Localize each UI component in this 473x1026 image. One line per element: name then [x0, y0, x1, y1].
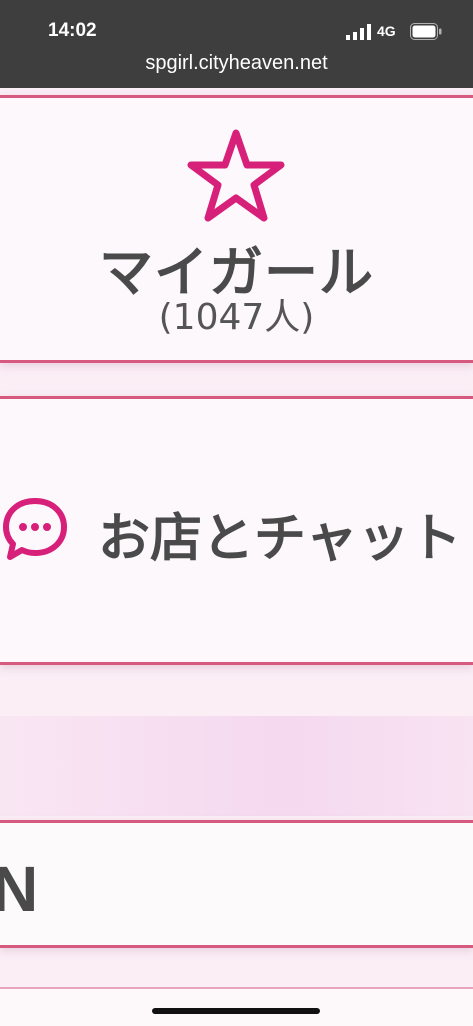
my-girl-count: (1047人)	[158, 297, 315, 338]
menu-item-partial[interactable]	[0, 820, 473, 948]
menu-item-partial-label: N	[0, 853, 39, 925]
address-bar-url[interactable]: spgirl.cityheaven.net	[0, 52, 473, 75]
network-type: 4G	[377, 23, 396, 39]
status-time: 14:02	[48, 20, 97, 41]
home-indicator[interactable]	[152, 1008, 320, 1014]
next-section-edge	[0, 987, 473, 1026]
section-divider	[0, 716, 473, 816]
chat-with-shop-label: お店とチャット	[98, 509, 462, 569]
battery-icon	[410, 23, 442, 40]
chat-bubble-icon	[3, 498, 67, 560]
star-outline-icon	[187, 129, 285, 222]
status-bar: 14:02 4G spgirl.cityheaven.net	[0, 0, 473, 88]
signal-icon	[346, 24, 371, 40]
